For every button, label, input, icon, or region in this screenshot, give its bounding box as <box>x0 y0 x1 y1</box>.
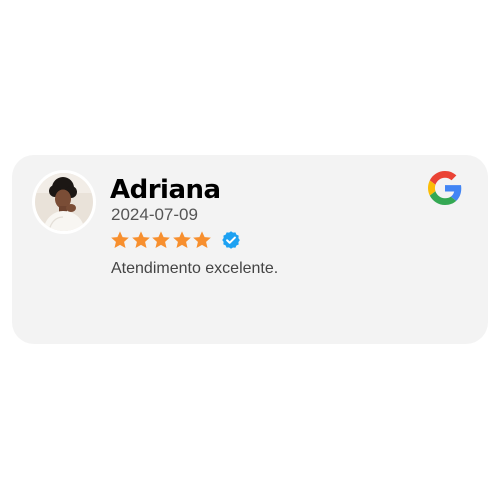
review-text: Atendimento excelente. <box>111 260 279 277</box>
star-rating <box>110 229 241 251</box>
review-card: Adriana 2024-07-09 Atendimento excelente… <box>12 155 488 344</box>
star-icon <box>193 231 211 248</box>
verified-badge-icon <box>221 231 240 249</box>
reviewer-name: Adriana <box>110 175 221 205</box>
star-icon <box>131 231 150 248</box>
google-logo-icon <box>428 171 462 205</box>
review-date: 2024-07-09 <box>111 205 198 224</box>
star-icon <box>111 231 129 248</box>
avatar <box>32 170 96 234</box>
star-icon <box>152 231 170 248</box>
star-icon <box>172 231 191 248</box>
avatar-photo <box>35 173 93 231</box>
